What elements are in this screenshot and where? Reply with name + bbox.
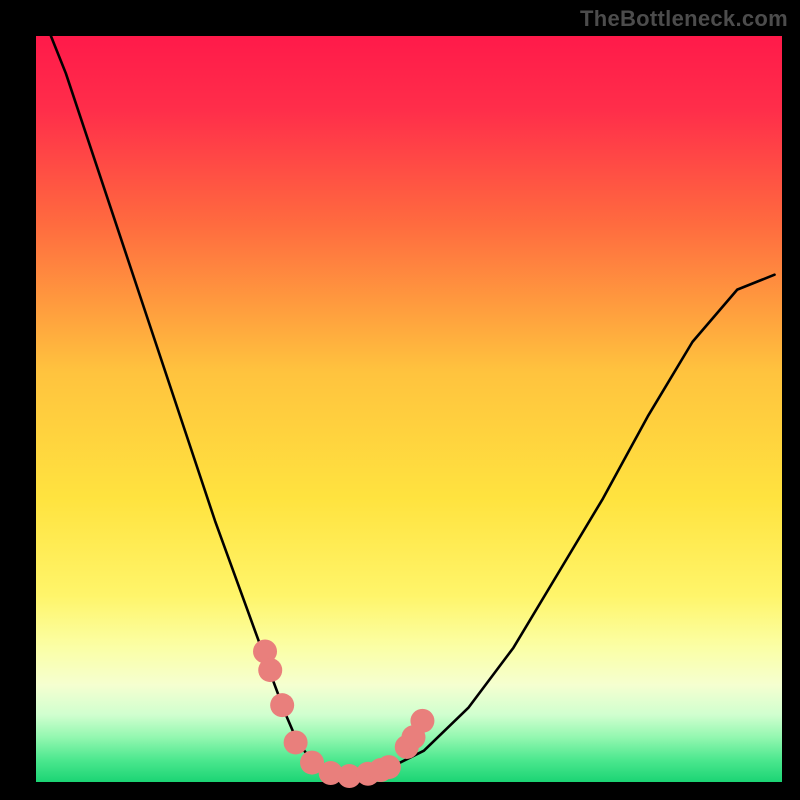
highlight-dot: [377, 755, 401, 779]
chart-gradient-bg: [36, 36, 782, 782]
chart-frame: TheBottleneck.com: [0, 0, 800, 800]
bottleneck-chart: [0, 0, 800, 800]
highlight-dot: [410, 709, 434, 733]
highlight-dot: [270, 693, 294, 717]
watermark-label: TheBottleneck.com: [580, 6, 788, 32]
highlight-dot: [258, 658, 282, 682]
highlight-dot: [284, 730, 308, 754]
